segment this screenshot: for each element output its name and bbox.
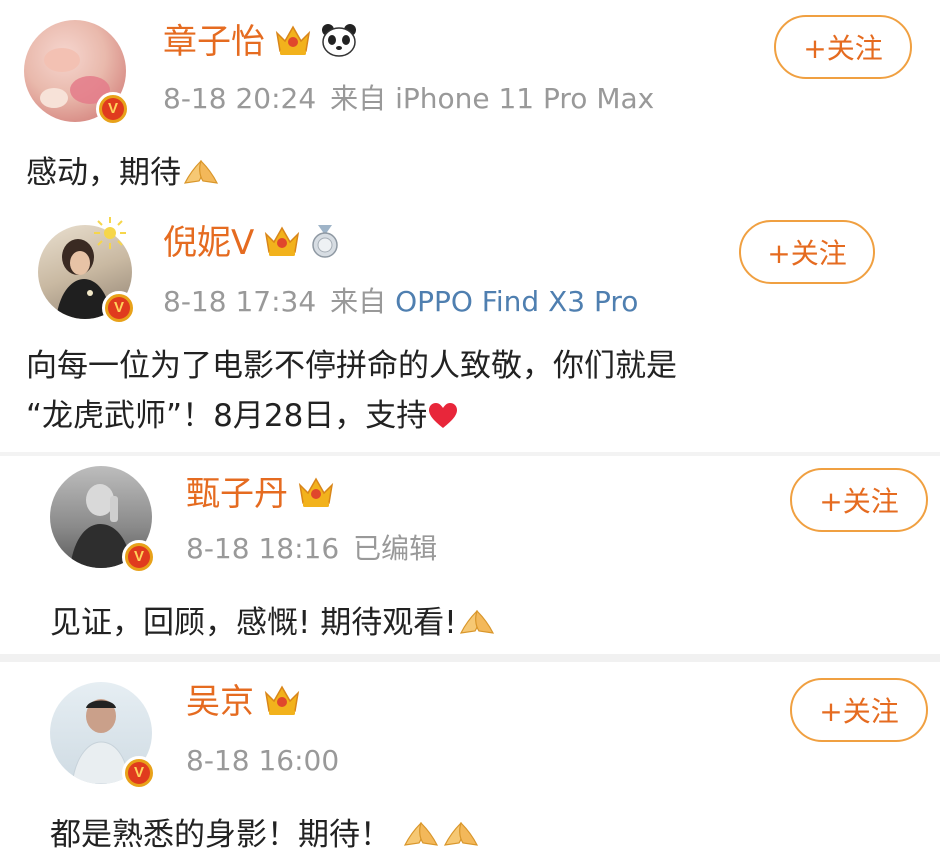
name-row: 甄子丹 xyxy=(186,474,336,514)
post-text-line-1: 向每一位为了电影不停拼命的人致敬，你们就是 xyxy=(26,348,677,384)
post-meta: 8-18 17:34 来自 OPPO Find X3 Pro xyxy=(163,285,638,319)
name-row: 吴京 xyxy=(186,682,302,722)
verified-badge: V xyxy=(96,92,130,126)
post-wu-jing: V 吴京 8-18 16:00 +关注 都是熟悉的身影！期待！ xyxy=(0,662,940,868)
avatar-wrap[interactable]: V xyxy=(50,682,160,792)
post-text: 都是熟悉的身影！期待！ xyxy=(50,817,391,853)
user-name[interactable]: 倪妮V xyxy=(163,223,254,263)
divider xyxy=(0,654,940,662)
post-time: 8-18 20:24 xyxy=(163,82,317,115)
follow-button-label: +关注 xyxy=(767,237,847,270)
name-row: 章子怡 xyxy=(163,22,359,62)
follow-button-label: +关注 xyxy=(819,695,899,728)
verified-badge: V xyxy=(122,540,156,574)
avatar-wrap[interactable]: V xyxy=(38,217,138,325)
silver-medal-icon xyxy=(308,223,342,263)
avatar-wrap[interactable]: V xyxy=(50,466,160,576)
post-time: 8-18 17:34 xyxy=(163,285,317,318)
praying-hands-emoji xyxy=(457,604,497,650)
follow-button[interactable]: +关注 xyxy=(739,220,875,284)
post-text-line-2-wrap: “龙虎武师”！8月28日，支持 xyxy=(26,393,677,443)
post-text: 见证，回顾，感慨! 期待观看! xyxy=(50,605,457,641)
praying-hands-emoji xyxy=(401,816,441,862)
avatar-wrap[interactable]: V xyxy=(24,20,132,128)
post-text: 感动，期待 xyxy=(26,155,181,191)
post-zhang-ziyi: V 章子怡 8-18 20:24 来自 iPhone 11 Pro Max +关… xyxy=(0,0,940,205)
sun-flower-icon xyxy=(94,217,126,249)
crown-icon xyxy=(296,475,336,513)
follow-button-label: +关注 xyxy=(819,485,899,518)
post-meta: 8-18 20:24 来自 iPhone 11 Pro Max xyxy=(163,82,654,116)
verified-badge: V xyxy=(102,291,136,325)
name-row: 倪妮V xyxy=(163,223,342,263)
user-name[interactable]: 章子怡 xyxy=(163,22,265,62)
post-meta: 8-18 16:00 xyxy=(186,744,339,778)
post-time: 8-18 18:16 xyxy=(186,532,340,565)
follow-button-label: +关注 xyxy=(803,32,883,65)
post-meta: 8-18 18:16 已编辑 xyxy=(186,532,437,566)
user-name[interactable]: 吴京 xyxy=(186,682,254,722)
follow-button[interactable]: +关注 xyxy=(774,15,912,79)
source-prefix: 来自 xyxy=(330,82,387,115)
source-prefix: 来自 xyxy=(330,285,387,318)
user-name[interactable]: 甄子丹 xyxy=(186,474,288,514)
heart-emoji xyxy=(427,397,459,443)
post-text-line-2: “龙虎武师”！8月28日，支持 xyxy=(26,398,428,434)
praying-hands-emoji xyxy=(181,154,221,200)
crown-icon xyxy=(262,224,302,262)
post-content: 见证，回顾，感慨! 期待观看! xyxy=(50,600,497,650)
device-name: iPhone 11 Pro Max xyxy=(395,82,655,115)
device-link[interactable]: OPPO Find X3 Pro xyxy=(395,285,638,318)
post-ni-ni: V 倪妮V 8-18 17:34 来自 OPPO Find X3 Pro +关注 … xyxy=(0,205,940,450)
post-content: 向每一位为了电影不停拼命的人致敬，你们就是 “龙虎武师”！8月28日，支持 xyxy=(26,343,677,443)
post-time: 8-18 16:00 xyxy=(186,744,340,777)
panda-icon xyxy=(319,22,359,62)
crown-icon xyxy=(273,23,313,61)
follow-button[interactable]: +关注 xyxy=(790,678,928,742)
post-zhen-zidan: V 甄子丹 8-18 18:16 已编辑 +关注 见证，回顾，感慨! 期待观看! xyxy=(0,456,940,654)
post-content: 感动，期待 xyxy=(26,150,221,200)
crown-icon xyxy=(262,683,302,721)
verified-badge: V xyxy=(122,756,156,790)
follow-button[interactable]: +关注 xyxy=(790,468,928,532)
post-content: 都是熟悉的身影！期待！ xyxy=(50,812,481,862)
praying-hands-emoji xyxy=(441,816,481,862)
edited-label: 已编辑 xyxy=(353,532,438,565)
